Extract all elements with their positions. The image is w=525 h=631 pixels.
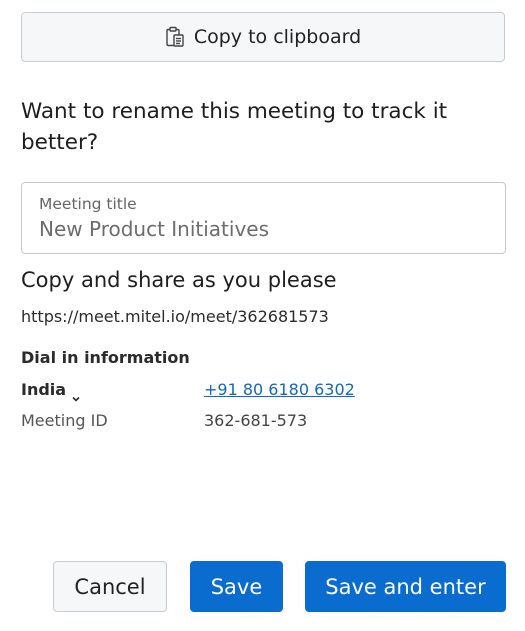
country-dropdown[interactable]: India xyxy=(21,379,81,402)
save-and-enter-button[interactable]: Save and enter xyxy=(305,561,506,612)
save-button[interactable]: Save xyxy=(190,561,283,612)
meeting-dialog: Copy to clipboard Want to rename this me… xyxy=(0,0,525,631)
dial-in-phone-link[interactable]: +91 80 6180 6302 xyxy=(204,379,355,401)
meeting-title-input[interactable] xyxy=(39,217,488,241)
dial-in-heading: Dial in information xyxy=(21,348,190,367)
meeting-id-value: 362-681-573 xyxy=(204,411,308,430)
meeting-id-label: Meeting ID xyxy=(21,411,108,430)
clipboard-icon xyxy=(165,26,185,48)
meeting-title-label: Meeting title xyxy=(39,195,137,213)
rename-heading: Want to rename this meeting to track it … xyxy=(21,99,448,155)
cancel-button[interactable]: Cancel xyxy=(53,561,167,612)
country-label: India xyxy=(21,380,67,399)
copy-to-clipboard-label: Copy to clipboard xyxy=(193,26,362,48)
chevron-down-icon xyxy=(71,387,81,402)
share-heading: Copy and share as you please xyxy=(21,268,337,292)
meeting-url: https://meet.mitel.io/meet/362681573 xyxy=(21,307,329,326)
meeting-title-field[interactable]: Meeting title xyxy=(21,182,506,254)
copy-to-clipboard-button[interactable]: Copy to clipboard xyxy=(21,12,505,62)
